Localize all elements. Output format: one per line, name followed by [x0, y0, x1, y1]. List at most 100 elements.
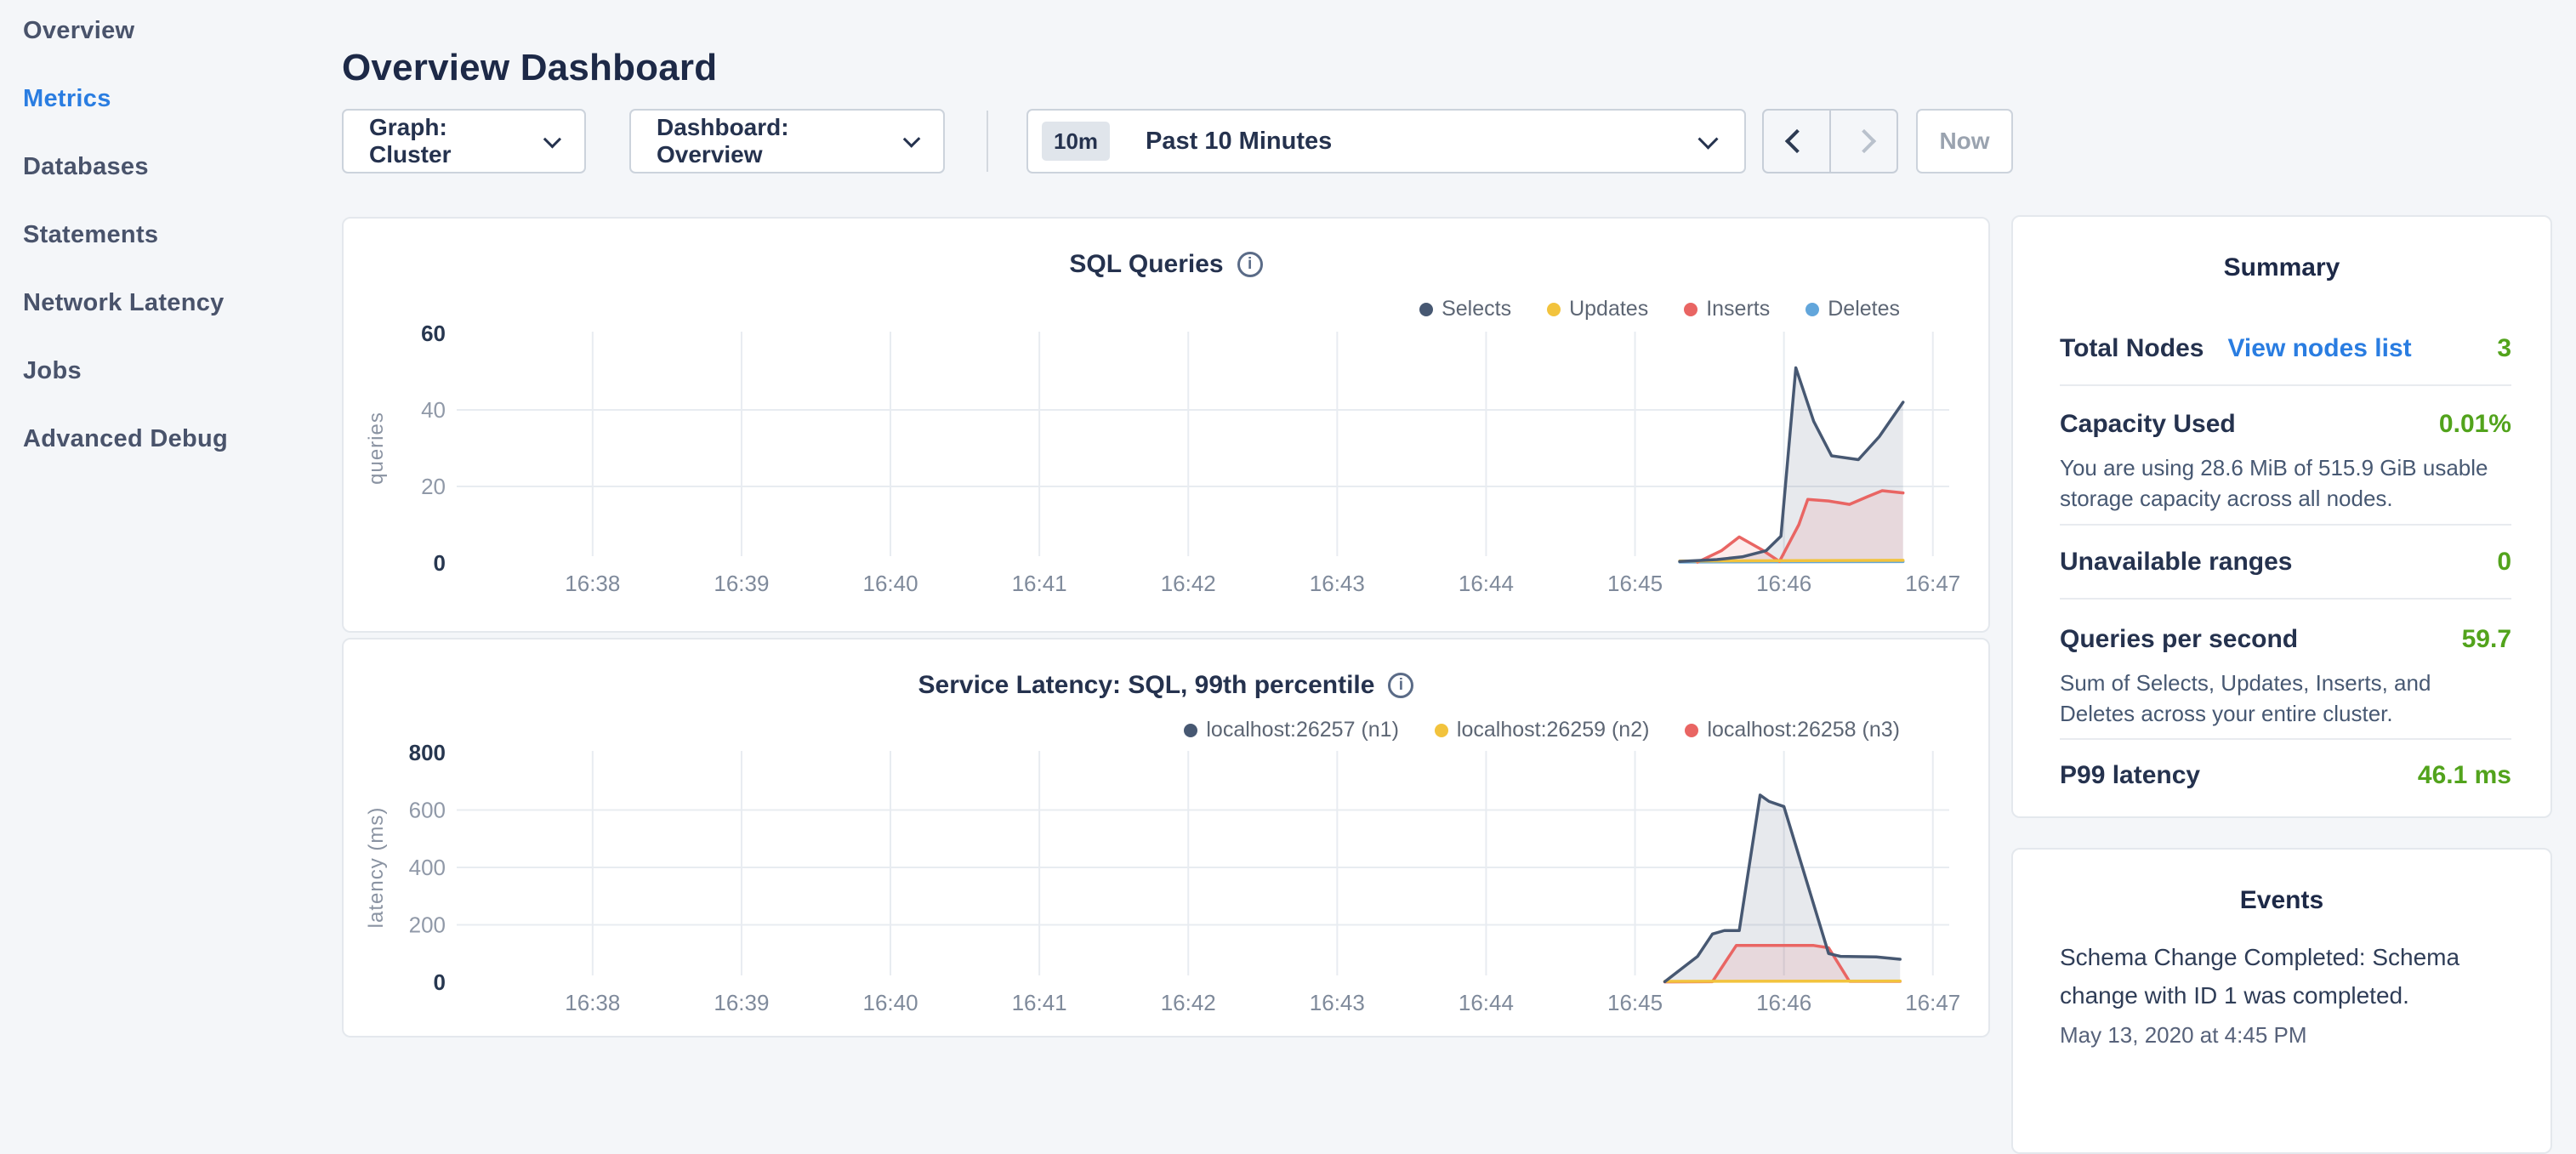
x-tick-label: 16:44	[1459, 990, 1514, 1015]
x-tick-label: 16:39	[714, 990, 769, 1015]
y-tick-label: 200	[409, 912, 446, 938]
service-latency-panel: Service Latency: SQL, 99th percentile i …	[342, 638, 1990, 1037]
sidebar: OverviewMetricsDatabasesStatementsNetwor…	[0, 17, 340, 493]
x-tick-label: 16:47	[1905, 571, 1960, 596]
summary-row-capacity-used: Capacity Used 0.01% You are using 28.6 MiB…	[2060, 410, 2511, 514]
x-tick-label: 16:40	[862, 990, 918, 1015]
chart-title: Service Latency: SQL, 99th percentile	[918, 671, 1375, 700]
summary-row-label: Total Nodes	[2060, 334, 2204, 362]
sidebar-item-advanced-debug[interactable]: Advanced Debug	[0, 425, 340, 493]
legend-item-localhost-26257-n1: localhost:26257 (n1)	[1184, 718, 1399, 742]
y-tick-label: 0	[434, 969, 446, 995]
chevron-right-icon	[1851, 129, 1875, 153]
summary-row-subtext: Sum of Selects, Updates, Inserts, and De…	[2060, 668, 2511, 729]
legend-dot-icon	[1184, 724, 1197, 737]
y-tick-label: 400	[409, 855, 446, 880]
legend-label: Inserts	[1706, 297, 1770, 321]
legend-label: Updates	[1569, 297, 1648, 321]
time-range-picker[interactable]: 10m Past 10 Minutes	[1026, 109, 1746, 173]
chart-legend: Selects Updates Inserts Deletes	[1419, 297, 1900, 321]
chart-title-row: SQL Queries i	[344, 250, 1988, 279]
summary-row-label: P99 latency	[2060, 761, 2200, 789]
events-panel: Events Schema Change Completed: Schema c…	[2011, 848, 2552, 1154]
sidebar-item-databases[interactable]: Databases	[0, 153, 340, 221]
info-icon[interactable]: i	[1237, 252, 1263, 277]
x-tick-label: 16:46	[1756, 571, 1811, 596]
summary-row-subtext: You are using 28.6 MiB of 515.9 GiB usab…	[2060, 452, 2511, 514]
summary-row-value: 0	[2497, 548, 2511, 577]
x-tick-label: 16:41	[1012, 571, 1067, 596]
toolbar-divider	[987, 111, 988, 172]
legend-label: Selects	[1442, 297, 1511, 321]
y-axis-label: latency (ms)	[365, 807, 388, 929]
summary-row-label: Unavailable ranges	[2060, 548, 2292, 576]
summary-panel: Summary Total Nodes View nodes list 3 Capac…	[2011, 215, 2552, 818]
dashboard-dropdown-label: Dashboard: Overview	[657, 114, 889, 168]
summary-row-value: 0.01%	[2439, 410, 2511, 439]
sql-queries-chart[interactable]: 020406016:3816:3916:4016:4116:4216:4316:…	[344, 219, 1988, 631]
chevron-down-icon	[543, 130, 561, 148]
x-tick-label: 16:43	[1310, 571, 1365, 596]
sql-queries-panel: SQL Queries i Selects Updates Inserts Delet…	[342, 217, 1990, 633]
summary-row-label: Capacity Used	[2060, 410, 2236, 438]
x-tick-label: 16:44	[1459, 571, 1514, 596]
y-tick-label: 60	[421, 321, 446, 346]
legend-item-inserts: Inserts	[1684, 297, 1770, 321]
now-button[interactable]: Now	[1916, 109, 2013, 173]
legend-label: localhost:26258 (n3)	[1707, 718, 1900, 742]
dashboard-dropdown[interactable]: Dashboard: Overview	[629, 109, 945, 173]
legend-label: localhost:26259 (n2)	[1457, 718, 1650, 742]
y-axis-label: queries	[365, 412, 388, 485]
event-text: Schema Change Completed: Schema change w…	[2060, 938, 2464, 1015]
y-tick-label: 800	[409, 740, 446, 765]
x-tick-label: 16:43	[1310, 990, 1365, 1015]
y-tick-label: 40	[421, 397, 446, 423]
x-tick-label: 16:40	[862, 571, 918, 596]
legend-dot-icon	[1685, 724, 1698, 737]
summary-row-queries-per-second: Queries per second59.7Sum of Selects, Up…	[2060, 625, 2511, 729]
y-tick-label: 20	[421, 474, 446, 499]
chart-title: SQL Queries	[1069, 250, 1223, 279]
x-tick-label: 16:45	[1607, 990, 1663, 1015]
chart-title-row: Service Latency: SQL, 99th percentile i	[344, 671, 1988, 700]
sidebar-item-statements[interactable]: Statements	[0, 221, 340, 289]
x-tick-label: 16:46	[1756, 990, 1811, 1015]
graph-dropdown[interactable]: Graph: Cluster	[342, 109, 586, 173]
time-range-label: Past 10 Minutes	[1146, 128, 1332, 156]
sidebar-item-metrics[interactable]: Metrics	[0, 85, 340, 153]
graph-dropdown-label: Graph: Cluster	[369, 114, 529, 168]
summary-row-value: 46.1 ms	[2418, 761, 2511, 790]
summary-divider	[2060, 738, 2511, 740]
time-prev-button[interactable]	[1764, 111, 1831, 172]
time-range-badge: 10m	[1042, 122, 1110, 161]
legend-dot-icon	[1419, 303, 1433, 316]
legend-label: Deletes	[1828, 297, 1900, 321]
summary-row-unavailable-ranges: Unavailable ranges 0	[2060, 548, 2511, 577]
summary-row-total-nodes: Total Nodes View nodes list 3	[2060, 334, 2511, 363]
sidebar-item-jobs[interactable]: Jobs	[0, 357, 340, 425]
legend-item-localhost-26258-n3: localhost:26258 (n3)	[1685, 718, 1900, 742]
chevron-left-icon	[1784, 129, 1808, 153]
x-tick-label: 16:39	[714, 571, 769, 596]
y-tick-label: 600	[409, 798, 446, 823]
sidebar-item-network-latency[interactable]: Network Latency	[0, 289, 340, 357]
chart-legend: localhost:26257 (n1) localhost:26259 (n2)…	[1184, 718, 1900, 742]
x-tick-label: 16:42	[1161, 571, 1216, 596]
legend-dot-icon	[1547, 303, 1561, 316]
summary-row-value: 59.7	[2462, 625, 2511, 654]
x-tick-label: 16:47	[1905, 990, 1960, 1015]
time-next-button[interactable]	[1831, 111, 1896, 172]
summary-row-value: 3	[2497, 334, 2511, 363]
summary-divider	[2060, 384, 2511, 386]
sidebar-item-overview[interactable]: Overview	[0, 17, 340, 85]
legend-item-deletes: Deletes	[1805, 297, 1900, 321]
view-nodes-list-link[interactable]: View nodes list	[2227, 334, 2411, 362]
legend-dot-icon	[1805, 303, 1819, 316]
summary-divider	[2060, 598, 2511, 600]
summary-title: Summary	[2013, 253, 2550, 282]
x-tick-label: 16:38	[565, 990, 620, 1015]
info-icon[interactable]: i	[1388, 673, 1413, 698]
events-title: Events	[2013, 886, 2550, 915]
x-tick-label: 16:42	[1161, 990, 1216, 1015]
y-tick-label: 0	[434, 550, 446, 576]
